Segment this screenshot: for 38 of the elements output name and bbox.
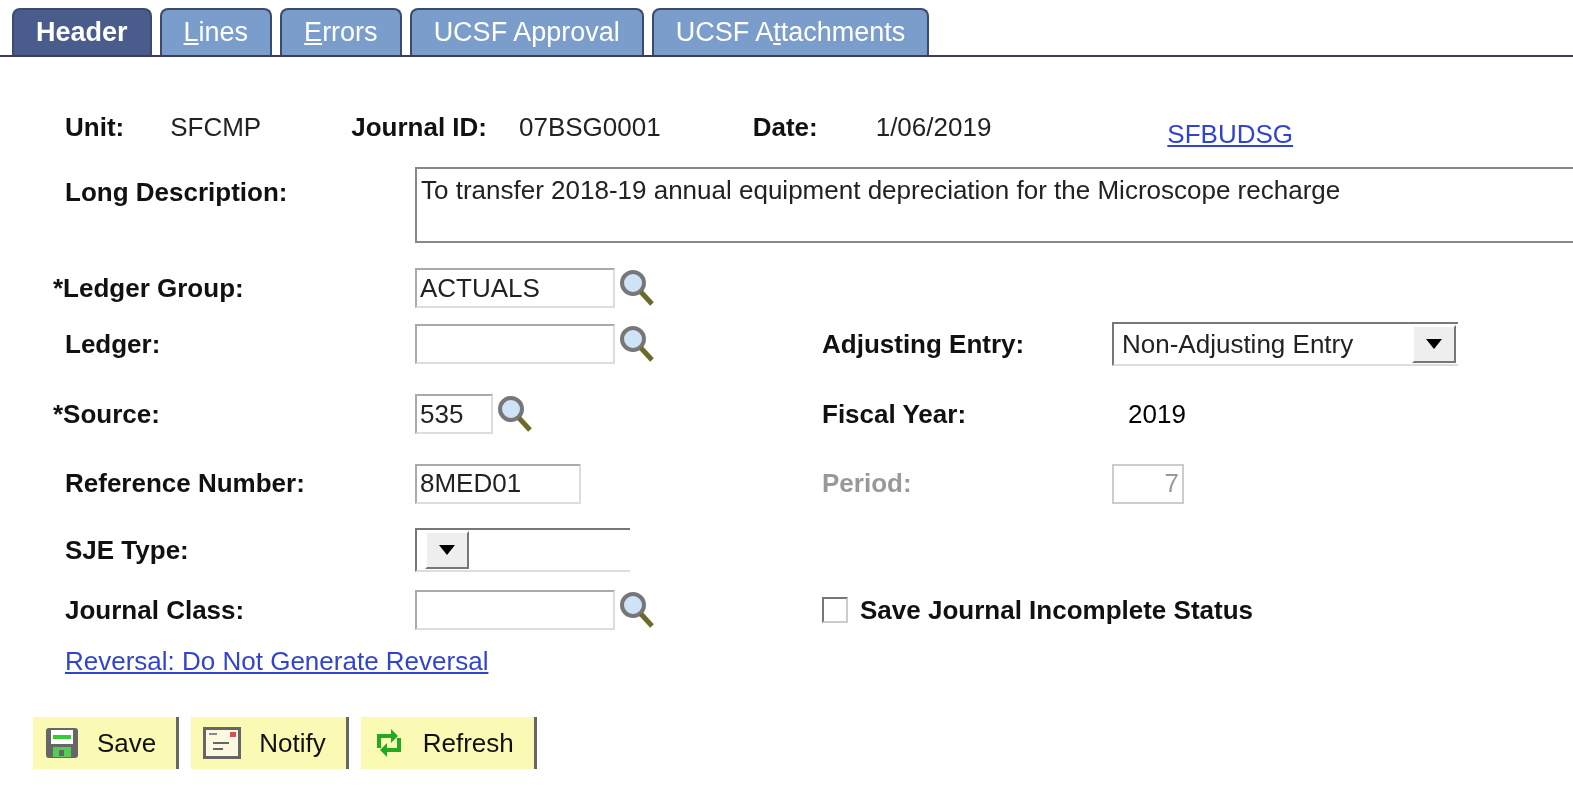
description-field[interactable]: To transfer 2018-19 annual equipment depreciation for the Microscope recharge bbox=[415, 167, 1573, 243]
field-label: SJE Type: bbox=[65, 534, 189, 565]
field-label: Date: bbox=[752, 111, 818, 143]
field-label: Period: bbox=[822, 468, 912, 498]
search-icon[interactable] bbox=[619, 269, 655, 307]
search-icon[interactable] bbox=[619, 591, 655, 629]
field-label: Unit: bbox=[65, 111, 125, 143]
field-value: 07BSG0001 bbox=[519, 111, 661, 143]
checkbox[interactable] bbox=[822, 597, 848, 623]
user-link[interactable]: SFBUDSG bbox=[1167, 118, 1294, 150]
input-field[interactable]: ACTUALS bbox=[415, 268, 615, 308]
field-label: Reference Number: bbox=[65, 468, 305, 498]
save-button[interactable]: Save bbox=[33, 717, 180, 769]
checkbox-label: Save Journal Incomplete Status bbox=[860, 594, 1253, 626]
field-label: Ledger: bbox=[65, 328, 161, 359]
refresh-button[interactable]: Refresh bbox=[360, 717, 537, 769]
search-icon[interactable] bbox=[497, 395, 533, 433]
input-field[interactable]: 535 bbox=[415, 394, 493, 434]
field-value: SFCMP bbox=[170, 111, 262, 143]
tab[interactable]: Header bbox=[12, 8, 152, 55]
field-label: Fiscal Year: bbox=[822, 398, 967, 429]
field-label: Journal Class: bbox=[65, 594, 245, 625]
field-label: Journal ID: bbox=[351, 111, 487, 143]
input-field[interactable] bbox=[415, 590, 615, 630]
dropdown-field[interactable]: Non-Adjusting Entry bbox=[1112, 322, 1458, 366]
notify-button[interactable]: Notify bbox=[191, 717, 349, 769]
field-label: Long Description: bbox=[65, 176, 289, 209]
dropdown-field[interactable] bbox=[415, 528, 630, 572]
field-label: *Ledger Group: bbox=[53, 272, 244, 303]
envelope-icon bbox=[203, 727, 242, 759]
input-field[interactable]: 8MED01 bbox=[415, 463, 581, 504]
search-icon[interactable] bbox=[619, 325, 655, 363]
field-value: 1/06/2019 bbox=[875, 111, 992, 143]
field-value: 2019 bbox=[1127, 398, 1186, 429]
reversal-link[interactable]: Reversal: Do Not Generate Reversal bbox=[65, 646, 489, 676]
field-label: Adjusting Entry: bbox=[822, 328, 1025, 359]
input-field[interactable] bbox=[415, 324, 615, 364]
field-label: *Source: bbox=[53, 398, 160, 429]
